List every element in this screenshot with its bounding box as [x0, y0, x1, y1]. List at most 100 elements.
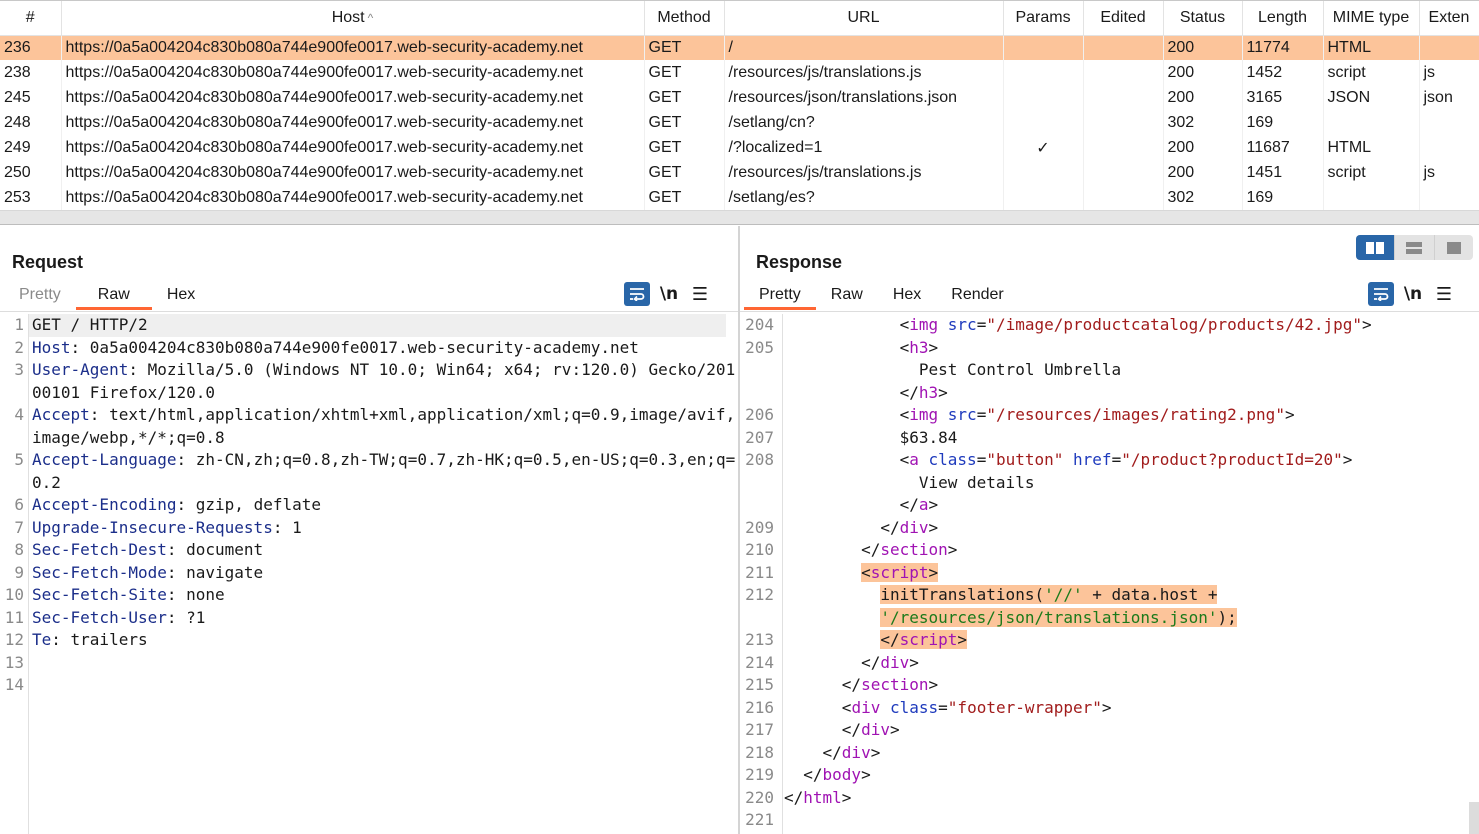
wrap-lines-icon[interactable] — [1368, 282, 1394, 306]
column-header-length[interactable]: Length — [1242, 1, 1324, 36]
column-header-exten[interactable]: Exten — [1419, 1, 1479, 36]
cell-method: GET — [644, 60, 725, 85]
cell-edited — [1083, 35, 1164, 60]
line-text: </html> — [780, 787, 1479, 810]
cell-method: GET — [644, 110, 725, 135]
column-header-host[interactable]: Host ^ — [61, 1, 645, 36]
line-text: Host: 0a5a004204c830b080a744e900fe0017.w… — [28, 337, 738, 360]
gutter-divider — [28, 314, 29, 834]
single-layout-button[interactable] — [1435, 235, 1473, 260]
cell-number: 253 — [0, 185, 62, 210]
code-line: 10 Sec-Fetch-Site: none — [0, 584, 738, 607]
code-token: > — [938, 382, 948, 402]
column-header-url[interactable]: URL — [724, 1, 1004, 36]
header-key: Accept-Language — [32, 450, 177, 469]
table-row[interactable]: 236 https://0a5a004204c830b080a744e900fe0… — [0, 35, 1479, 60]
cell-edited — [1083, 160, 1164, 185]
request-editor[interactable]: 1 GET / HTTP/2 2 Host: 0a5a004204c830b080a7… — [0, 314, 738, 834]
table-row[interactable]: 250 https://0a5a004204c830b080a744e900fe0… — [0, 160, 1479, 185]
tag-name: script — [899, 630, 958, 649]
header-key: User-Agent — [32, 360, 129, 379]
code-token: : text/html,application/xhtml+xml,applic… — [32, 405, 736, 447]
code-line: 220 </html> — [740, 787, 1479, 810]
tag-name: div — [841, 742, 871, 762]
code-token: GET / HTTP/2 — [32, 315, 148, 334]
cell-edited — [1083, 85, 1164, 110]
code-line: 211 <script> — [740, 562, 1479, 585]
hamburger-menu-icon[interactable]: ☰ — [688, 284, 712, 305]
newline-toggle-button[interactable]: \n — [1394, 284, 1432, 304]
code-line: 216 <div class="footer-wrapper"> — [740, 697, 1479, 720]
line-number: 7 — [14, 517, 24, 537]
response-tab-raw[interactable]: Raw — [816, 284, 878, 310]
cell-number: 236 — [0, 35, 62, 60]
request-tab-pretty[interactable]: Pretty — [4, 284, 76, 310]
cell-edited — [1083, 185, 1164, 210]
table-row[interactable]: 253 https://0a5a004204c830b080a744e900fe0… — [0, 185, 1479, 210]
column-header-params[interactable]: Params — [1003, 1, 1084, 36]
line-text: </a> — [780, 494, 1479, 517]
response-tab-pretty[interactable]: Pretty — [744, 284, 816, 310]
code-token: </ — [803, 765, 823, 784]
response-tab-hex[interactable]: Hex — [878, 284, 936, 310]
code-line: 14 — [0, 674, 738, 697]
column-header-method[interactable]: Method — [644, 1, 725, 36]
cell-extension: js — [1419, 160, 1479, 185]
side-by-side-layout-button[interactable] — [1356, 235, 1396, 260]
code-line: 11 Sec-Fetch-User: ?1 — [0, 607, 738, 630]
cell-url: /resources/js/translations.js — [724, 60, 1004, 85]
wrap-lines-icon[interactable] — [624, 282, 650, 306]
cell-method: GET — [644, 160, 725, 185]
line-text: $63.84 — [780, 427, 1479, 450]
code-token: > — [928, 517, 939, 537]
column-header-label: Edited — [1100, 8, 1146, 26]
code-line: 204 <img src="/image/productcatalog/prod… — [740, 314, 1479, 337]
response-tab-render[interactable]: Render — [936, 284, 1018, 310]
cell-length: 11774 — [1242, 35, 1324, 60]
cell-params — [1003, 160, 1084, 185]
layout-toggle — [1356, 235, 1473, 260]
code-line: 210 </section> — [740, 539, 1479, 562]
header-key: Accept-Encoding — [32, 495, 177, 514]
scrollbar-thumb[interactable] — [2, 213, 1472, 222]
table-row[interactable]: 248 https://0a5a004204c830b080a744e900fe0… — [0, 110, 1479, 135]
code-token: > — [861, 765, 871, 784]
tag-name: h3 — [918, 382, 939, 402]
attribute-value: "button" — [986, 450, 1064, 469]
line-text: </div> — [780, 652, 1479, 675]
column-header-edited[interactable]: Edited — [1083, 1, 1164, 36]
scrollbar-thumb[interactable] — [1469, 802, 1479, 834]
request-tab-hex[interactable]: Hex — [152, 284, 210, 310]
cell-method: GET — [644, 135, 725, 160]
stacked-layout-button[interactable] — [1395, 235, 1435, 260]
code-token: : document — [166, 540, 264, 559]
cell-host: https://0a5a004204c830b080a744e900fe0017… — [61, 35, 645, 60]
column-header-mime-type[interactable]: MIME type — [1323, 1, 1420, 36]
table-row[interactable]: 249 https://0a5a004204c830b080a744e900fe0… — [0, 135, 1479, 160]
line-number: 214 — [745, 652, 774, 672]
code-token: > — [928, 675, 939, 694]
code-token: > — [870, 742, 881, 762]
code-token: </ — [880, 517, 900, 537]
hamburger-menu-icon[interactable]: ☰ — [1432, 284, 1456, 305]
newline-toggle-button[interactable]: \n — [650, 284, 688, 304]
header-key: Sec-Fetch-Site — [32, 585, 167, 604]
column-header-status[interactable]: Status — [1163, 1, 1243, 36]
column-header-number[interactable]: # — [0, 1, 62, 36]
line-text: </body> — [780, 764, 1479, 787]
line-number: 5 — [14, 450, 24, 469]
line-text — [780, 809, 1479, 832]
table-row[interactable]: 245 https://0a5a004204c830b080a744e900fe0… — [0, 85, 1479, 110]
table-row[interactable]: 238 https://0a5a004204c830b080a744e900fe0… — [0, 60, 1479, 85]
request-tab-raw[interactable]: Raw — [75, 284, 152, 310]
code-token: > — [928, 495, 939, 514]
line-text: <script> — [780, 562, 1479, 585]
horizontal-scrollbar[interactable] — [0, 210, 1479, 224]
response-editor[interactable]: 204 <img src="/image/productcatalog/prod… — [740, 314, 1479, 834]
code-line: 215 </section> — [740, 674, 1479, 697]
code-token: = — [976, 450, 987, 469]
attribute-value: "/resources/images/rating2.png" — [986, 405, 1285, 424]
vertical-scrollbar[interactable] — [1469, 314, 1479, 834]
